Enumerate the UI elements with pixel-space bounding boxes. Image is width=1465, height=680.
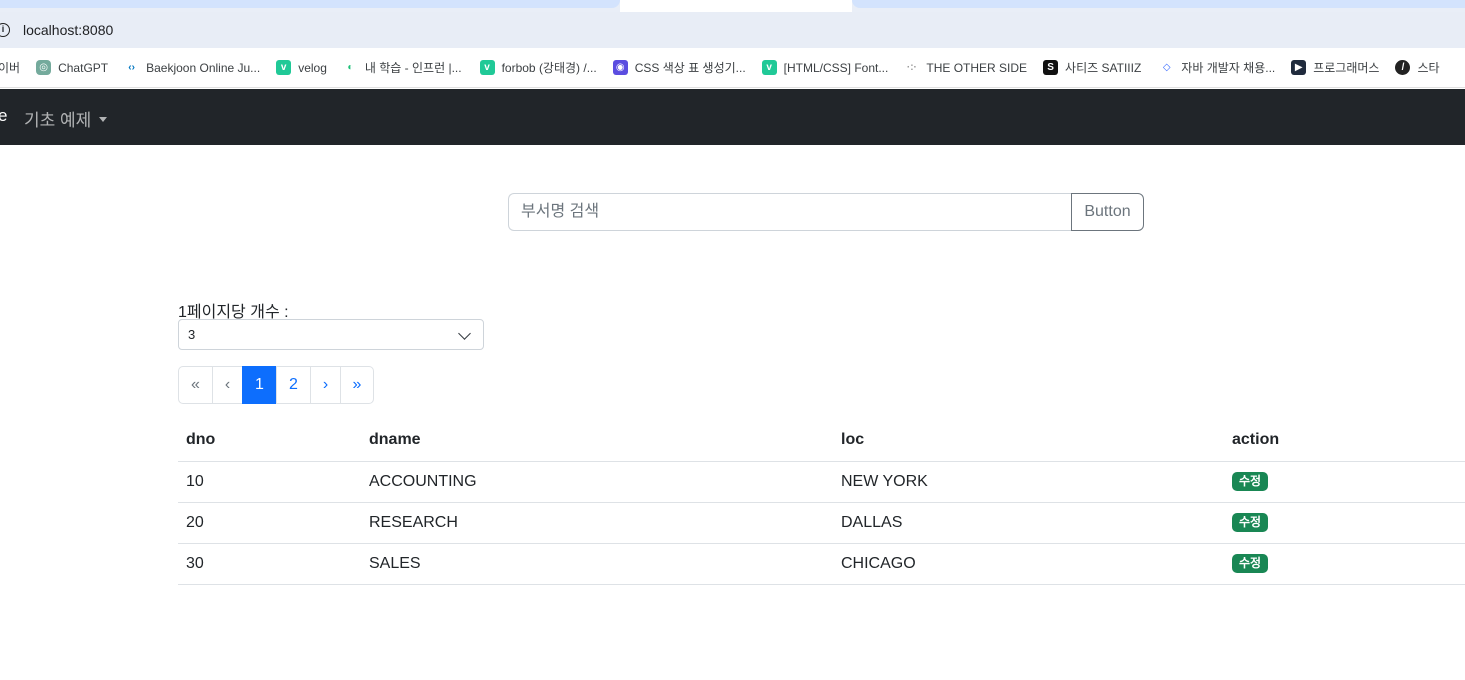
cell-dname: RESEARCH <box>361 502 833 544</box>
table-header-row: dno dname loc action <box>178 420 1465 462</box>
cell-loc: NEW YORK <box>833 461 1224 503</box>
pen-icon: / <box>1395 60 1411 75</box>
dropdown-label: 기초 예제 <box>24 111 92 130</box>
header-loc: loc <box>833 420 1224 462</box>
table-row: 20 RESEARCH DALLAS 수정 <box>178 502 1465 544</box>
bookmark-item[interactable]: ◎ ChatGPT <box>36 56 108 80</box>
cell-action: 수정 <box>1224 543 1465 585</box>
bookmark-label: 내 학습 - 인프런 |... <box>364 61 462 75</box>
palette-icon: ◉ <box>612 60 628 75</box>
wanted-icon: ◇ <box>1162 62 1171 73</box>
bookmark-label: Baekjoon Online Ju... <box>146 60 261 75</box>
table-row: 10 ACCOUNTING NEW YORK 수정 <box>178 461 1465 503</box>
navbar-brand[interactable]: e <box>0 106 7 126</box>
table-row: 30 SALES CHICAGO 수정 <box>178 543 1465 585</box>
cell-dno: 10 <box>178 461 361 503</box>
page-prev-button[interactable]: ‹ <box>212 366 243 404</box>
page-2-button[interactable]: 2 <box>276 366 311 404</box>
basic-examples-dropdown[interactable]: 기초 예제 <box>24 106 108 131</box>
bookmark-label: [HTML/CSS] Font... <box>783 60 889 75</box>
s-icon: S <box>1043 60 1059 75</box>
url-text[interactable]: localhost:8080 <box>23 22 113 38</box>
velog-icon: v <box>761 60 777 75</box>
browser-tab[interactable] <box>0 0 620 8</box>
cell-dname: ACCOUNTING <box>361 461 833 503</box>
bookmark-label: forbob (강태경) /... <box>501 61 597 75</box>
edit-badge-button[interactable]: 수정 <box>1232 513 1269 532</box>
bookmark-item[interactable]: ·:· THE OTHER SIDE <box>904 56 1027 80</box>
header-action: action <box>1224 420 1465 462</box>
cell-loc: DALLAS <box>833 502 1224 544</box>
search-button[interactable]: Button <box>1071 193 1144 231</box>
chatgpt-icon: ◎ <box>36 60 52 75</box>
bookmark-label: 프로그래머스 <box>1313 61 1380 75</box>
page-next-button[interactable]: › <box>310 366 341 404</box>
bookmark-item[interactable]: v [HTML/CSS] Font... <box>761 56 889 80</box>
bookmark-item[interactable]: 이버 <box>0 56 20 80</box>
cell-action: 수정 <box>1224 461 1465 503</box>
page-first-button[interactable]: « <box>178 366 213 404</box>
dots-icon: ·:· <box>906 62 917 73</box>
department-search-input[interactable] <box>508 193 1071 231</box>
velog-icon: v <box>276 60 292 75</box>
inflearn-icon: ◐ <box>347 62 354 73</box>
per-page-select[interactable]: 3 <box>178 319 484 350</box>
browser-tab[interactable] <box>852 0 1465 8</box>
bookmark-label: ChatGPT <box>58 60 109 75</box>
cell-dno: 30 <box>178 543 361 585</box>
navbar: e 기초 예제 <box>0 89 1465 145</box>
department-table: dno dname loc action 10 ACCOUNTING NEW Y… <box>178 420 1465 585</box>
bookmark-item[interactable]: ▶ 프로그래머스 <box>1291 56 1379 80</box>
bookmark-label: 사티즈 SATIIIZ <box>1065 61 1142 75</box>
edit-badge-button[interactable]: 수정 <box>1232 554 1269 573</box>
bookmark-label: 스타 <box>1417 61 1440 75</box>
velog-icon: v <box>479 60 495 75</box>
page-1-button[interactable]: 1 <box>242 366 277 404</box>
chevron-down-icon <box>458 327 471 340</box>
bookmark-label: velog <box>298 60 327 75</box>
site-info-icon[interactable]: i <box>0 23 10 37</box>
bookmark-item[interactable]: ◉ CSS 색상 표 생성기... <box>612 56 746 80</box>
bookmark-item[interactable]: ‹› Baekjoon Online Ju... <box>124 56 260 80</box>
bookmark-label: THE OTHER SIDE <box>926 60 1028 75</box>
bookmark-item[interactable]: S 사티즈 SATIIIZ <box>1043 56 1141 80</box>
browser-tabstrip <box>0 0 1465 12</box>
bookmark-label: CSS 색상 표 생성기... <box>634 61 746 75</box>
browser-tab-active[interactable] <box>620 0 852 12</box>
bookmark-label: 이버 <box>0 61 21 75</box>
page-last-button[interactable]: » <box>340 366 374 404</box>
bookmark-item[interactable]: ◐ 내 학습 - 인프런 |... <box>343 56 462 80</box>
bookmark-item[interactable]: v forbob (강태경) /... <box>479 56 597 80</box>
per-page-value: 3 <box>188 327 196 342</box>
programmers-icon: ▶ <box>1291 60 1307 75</box>
bookmark-label: 자바 개발자 채용... <box>1181 61 1276 75</box>
code-icon: ‹› <box>128 62 135 73</box>
caret-down-icon <box>99 117 108 122</box>
header-dno: dno <box>178 420 361 462</box>
search-group: Button <box>508 193 1144 231</box>
bookmark-item[interactable]: ◇ 자바 개발자 채용... <box>1159 56 1275 80</box>
bookmark-item[interactable]: v velog <box>276 56 327 80</box>
edit-badge-button[interactable]: 수정 <box>1232 472 1269 491</box>
cell-dname: SALES <box>361 543 833 585</box>
pagination: « ‹ 1 2 › » <box>178 366 374 404</box>
cell-loc: CHICAGO <box>833 543 1224 585</box>
cell-dno: 20 <box>178 502 361 544</box>
cell-action: 수정 <box>1224 502 1465 544</box>
bookmark-item[interactable]: / 스타 <box>1395 56 1440 80</box>
address-bar[interactable]: i localhost:8080 <box>0 12 1465 48</box>
bookmarks-bar: 이버 ◎ ChatGPT ‹› Baekjoon Online Ju... v velog ◐… <box>0 48 1465 88</box>
header-dname: dname <box>361 420 833 462</box>
